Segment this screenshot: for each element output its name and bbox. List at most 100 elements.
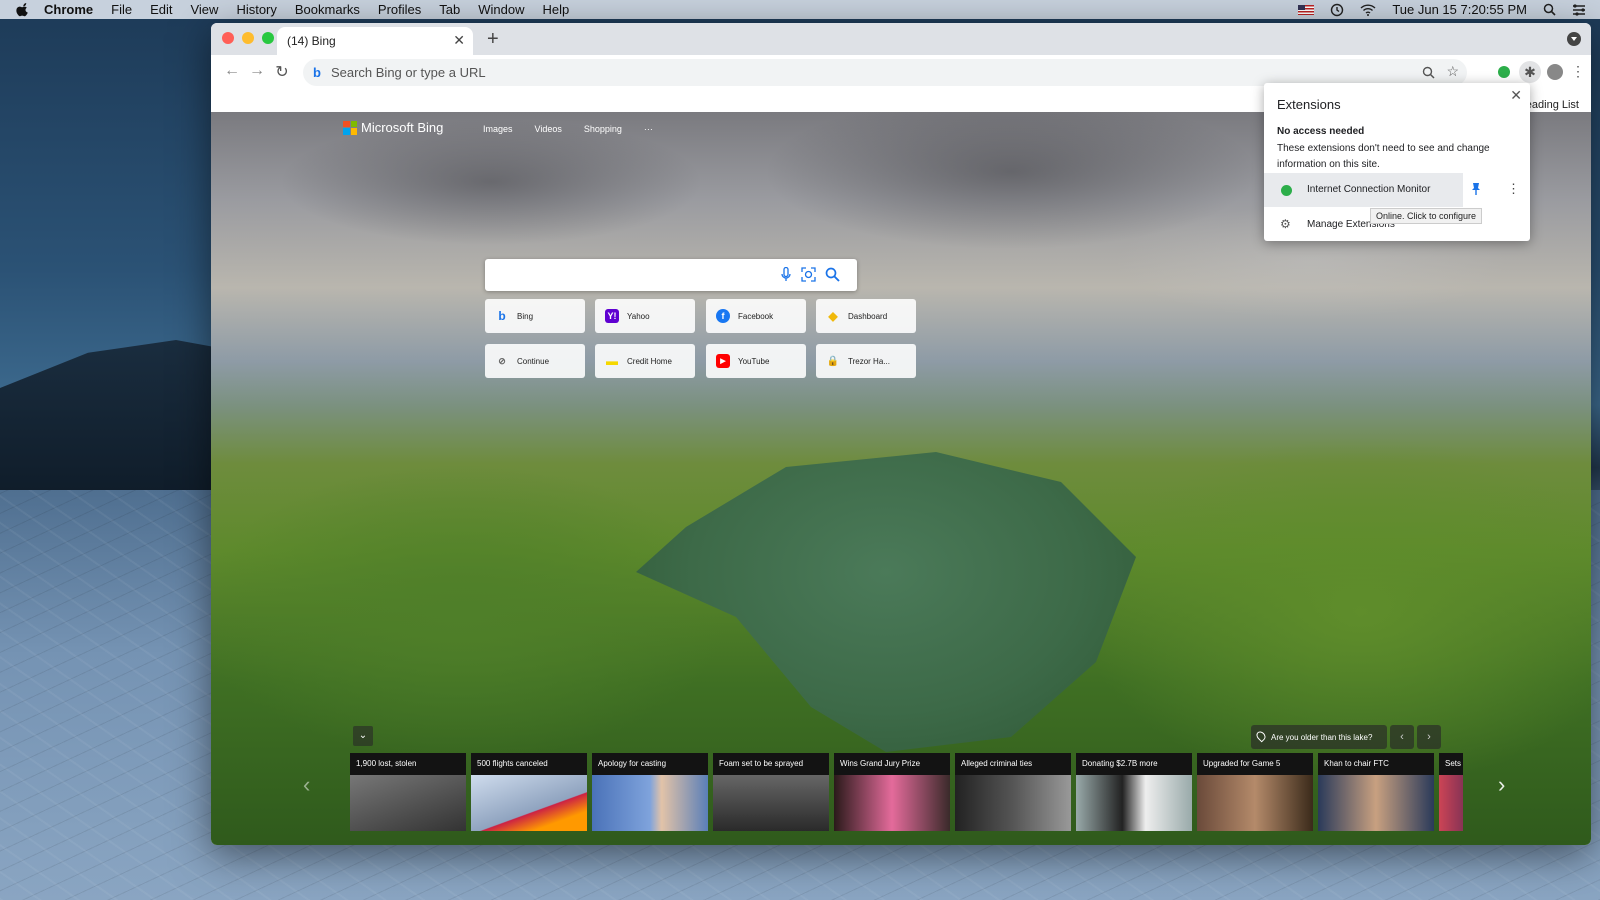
news-card[interactable]: Alleged criminal ties (955, 753, 1071, 831)
menu-file[interactable]: File (111, 2, 132, 17)
news-card[interactable]: Upgraded for Game 5 (1197, 753, 1313, 831)
extension-name: Internet Connection Monitor (1307, 184, 1431, 195)
omnibox[interactable]: b Search Bing or type a URL ☆ (303, 59, 1467, 86)
menu-app-name[interactable]: Chrome (44, 2, 93, 17)
image-quiz-button[interactable]: Are you older than this lake? (1251, 725, 1387, 749)
news-next-icon[interactable]: › (1498, 772, 1505, 798)
menu-window[interactable]: Window (478, 2, 524, 17)
previous-image-icon[interactable]: ‹ (1390, 725, 1414, 749)
next-image-icon[interactable]: › (1417, 725, 1441, 749)
nav-shopping[interactable]: Shopping (584, 124, 622, 134)
microphone-icon[interactable] (781, 267, 791, 282)
news-card-title: Khan to chair FTC (1318, 753, 1434, 775)
news-card-image (471, 775, 587, 831)
reload-icon[interactable]: ↻ (272, 62, 292, 82)
apple-icon[interactable] (16, 2, 30, 17)
tab-strip: (14) Bing ✕ + (211, 23, 1591, 55)
extensions-puzzle-icon[interactable]: ✱ (1519, 61, 1541, 83)
news-card[interactable]: Khan to chair FTC (1318, 753, 1434, 831)
bing-icon: b (498, 309, 506, 323)
quicklink-yahoo[interactable]: Y! Yahoo (595, 299, 695, 333)
nav-images[interactable]: Images (483, 124, 513, 134)
spotlight-search-icon[interactable] (1543, 3, 1556, 16)
quiz-text: Are you older than this lake? (1271, 732, 1373, 742)
continue-icon: ⊘ (498, 355, 506, 366)
quicklink-label: Dashboard (848, 311, 888, 321)
quicklink-bing[interactable]: b Bing (485, 299, 585, 333)
pin-icon[interactable] (1471, 182, 1481, 195)
news-card[interactable]: Foam set to be sprayed (713, 753, 829, 831)
close-window-button[interactable] (222, 32, 234, 44)
chevron-down-icon[interactable]: ⌄ (353, 726, 373, 746)
news-card-title: Donating $2.7B more (1076, 753, 1192, 775)
extension-status-icon[interactable] (1495, 63, 1513, 81)
extension-item-internet-connection-monitor[interactable]: Internet Connection Monitor ⋮ (1264, 173, 1530, 207)
news-card[interactable]: Donating $2.7B more (1076, 753, 1192, 831)
bing-logo-text: Microsoft Bing (361, 120, 444, 135)
news-card-title: 1,900 lost, stolen (350, 753, 466, 775)
zoom-icon[interactable] (1422, 66, 1435, 79)
quicklink-credit-home[interactable]: ▬ Credit Home (595, 344, 695, 378)
news-card-title: 500 flights canceled (471, 753, 587, 775)
quicklink-dashboard[interactable]: ◆ Dashboard (816, 299, 916, 333)
wifi-icon[interactable] (1360, 3, 1376, 16)
control-center-icon[interactable] (1572, 3, 1586, 16)
quicklink-youtube[interactable]: ▶ YouTube (706, 344, 806, 378)
search-icon[interactable] (825, 267, 840, 282)
tab-search-icon[interactable] (1567, 32, 1581, 46)
new-tab-button[interactable]: + (487, 28, 499, 51)
news-card[interactable]: Sets (1439, 753, 1463, 831)
more-options-icon[interactable]: ⋮ (1507, 181, 1520, 197)
forward-icon[interactable]: → (247, 62, 267, 80)
menubar-datetime[interactable]: Tue Jun 15 7:20:55 PM (1392, 2, 1527, 17)
news-prev-icon[interactable]: ‹ (303, 772, 310, 798)
news-card-title: Apology for casting (592, 753, 708, 775)
quicklink-trezor[interactable]: 🔒 Trezor Ha... (816, 344, 916, 378)
menu-help[interactable]: Help (543, 2, 570, 17)
visual-search-icon[interactable] (801, 267, 816, 282)
tab-close-icon[interactable]: ✕ (453, 32, 465, 49)
quicklink-label: Bing (517, 311, 534, 321)
mac-menu-bar: Chrome File Edit View History Bookmarks … (0, 0, 1600, 19)
window-controls (222, 32, 274, 44)
profile-avatar-icon[interactable] (1547, 64, 1563, 80)
bing-logo[interactable]: Microsoft Bing (343, 120, 443, 135)
news-card-title: Wins Grand Jury Prize (834, 753, 950, 775)
menu-profiles[interactable]: Profiles (378, 2, 421, 17)
menu-view[interactable]: View (190, 2, 218, 17)
menu-tab[interactable]: Tab (439, 2, 460, 17)
us-flag-icon[interactable] (1298, 4, 1315, 15)
bookmark-star-icon[interactable]: ☆ (1446, 63, 1459, 80)
back-icon[interactable]: ← (222, 62, 242, 80)
maximize-window-button[interactable] (262, 32, 274, 44)
desktop-mountain (0, 340, 220, 500)
news-card[interactable]: Apology for casting (592, 753, 708, 831)
reading-list-button[interactable]: eading List (1526, 99, 1579, 111)
bing-search-box[interactable] (485, 259, 857, 291)
quicklink-label: Facebook (738, 311, 774, 321)
news-card-title: Sets (1439, 753, 1463, 775)
news-card-image (350, 775, 466, 831)
news-card-image (1318, 775, 1434, 831)
tab-bing[interactable]: (14) Bing ✕ (277, 27, 473, 55)
menu-bookmarks[interactable]: Bookmarks (295, 2, 360, 17)
nav-more[interactable]: ··· (644, 124, 653, 134)
quicklink-label: YouTube (738, 356, 770, 366)
quicklink-continue[interactable]: ⊘ Continue (485, 344, 585, 378)
time-machine-icon[interactable] (1330, 3, 1344, 17)
trezor-lock-icon: 🔒 (826, 355, 840, 367)
nav-videos[interactable]: Videos (535, 124, 562, 134)
bing-favicon-icon: b (313, 65, 321, 80)
close-icon[interactable]: ✕ (1510, 87, 1522, 104)
news-card[interactable]: Wins Grand Jury Prize (834, 753, 950, 831)
news-card[interactable]: 1,900 lost, stolen (350, 753, 466, 831)
news-card[interactable]: 500 flights canceled (471, 753, 587, 831)
news-card-title: Alleged criminal ties (955, 753, 1071, 775)
chrome-menu-icon[interactable]: ⋮ (1569, 63, 1587, 81)
menu-history[interactable]: History (236, 2, 276, 17)
menu-edit[interactable]: Edit (150, 2, 172, 17)
no-access-description: These extensions don't need to see and c… (1277, 143, 1490, 170)
minimize-window-button[interactable] (242, 32, 254, 44)
quicklink-facebook[interactable]: f Facebook (706, 299, 806, 333)
omnibox-placeholder: Search Bing or type a URL (330, 65, 486, 80)
